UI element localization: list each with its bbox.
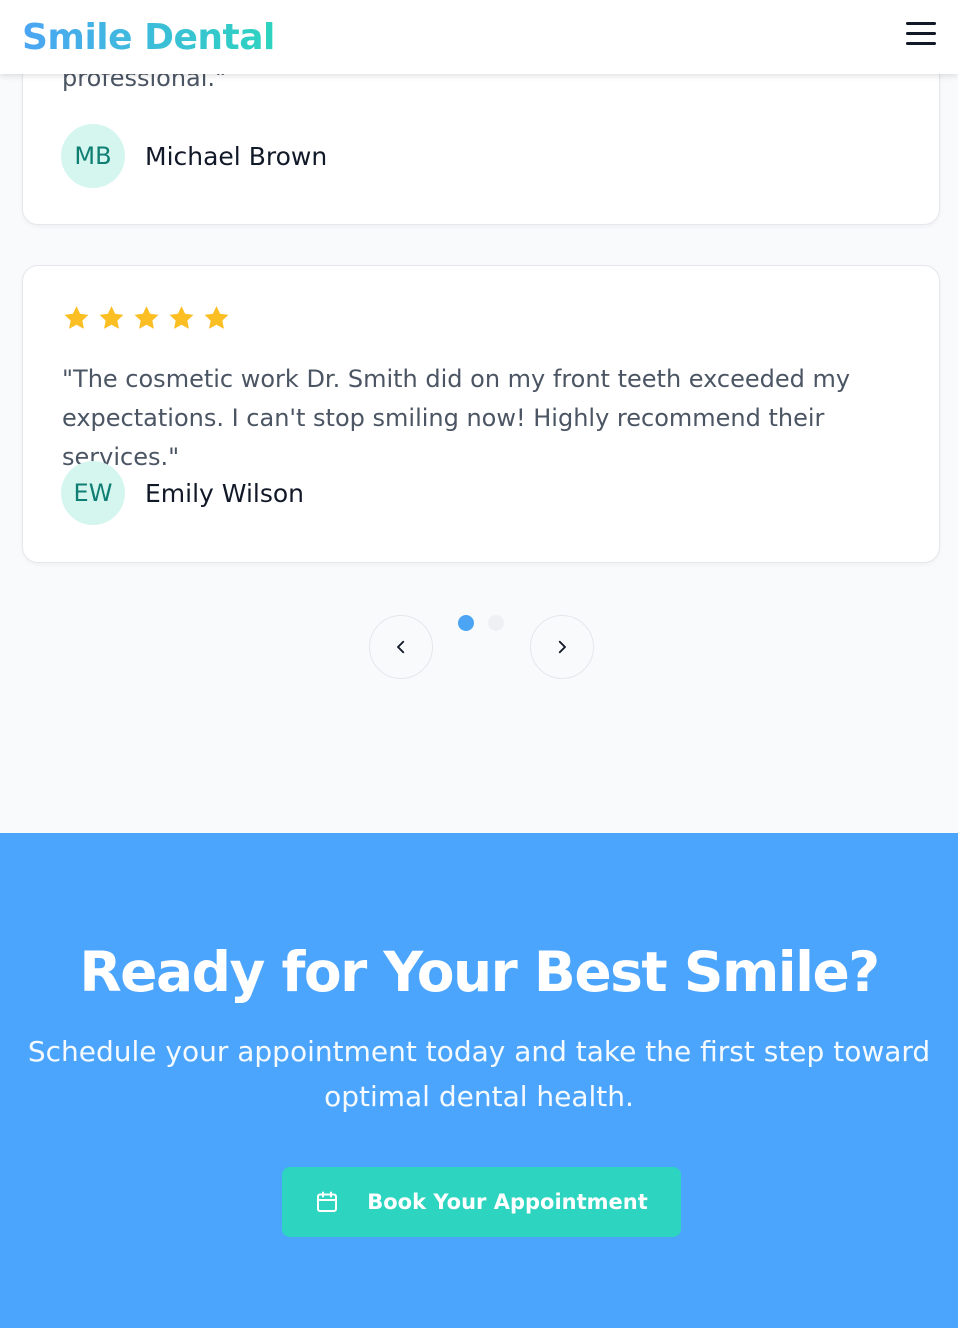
cta-title: Ready for Your Best Smile? bbox=[79, 940, 880, 1004]
carousel-dot-2[interactable] bbox=[488, 615, 504, 631]
cta-subtitle: Schedule your appointment today and take… bbox=[27, 1035, 931, 1113]
testimonial-card: "The cosmetic work Dr. Smith did on my f… bbox=[22, 265, 940, 563]
chevron-right-icon bbox=[558, 640, 566, 654]
hamburger-menu-icon[interactable] bbox=[906, 22, 938, 50]
carousel-next-button[interactable] bbox=[530, 615, 594, 679]
star-icon bbox=[64, 306, 89, 329]
star-icon bbox=[204, 306, 229, 329]
author-name: Emily Wilson bbox=[145, 478, 305, 508]
carousel-prev-button[interactable] bbox=[369, 615, 433, 679]
chevron-left-icon bbox=[397, 640, 405, 654]
site-header: Smile Dental bbox=[0, 0, 958, 74]
star-rating bbox=[62, 304, 231, 332]
avatar: EW bbox=[61, 461, 125, 525]
book-appointment-button[interactable]: Book Your Appointment bbox=[282, 1167, 681, 1237]
star-icon bbox=[99, 306, 124, 329]
testimonial-quote: "The cosmetic work Dr. Smith did on my f… bbox=[62, 365, 851, 471]
testimonial-author: EW Emily Wilson bbox=[61, 461, 304, 525]
star-icon bbox=[134, 306, 159, 329]
site-logo[interactable]: Smile Dental bbox=[22, 14, 275, 62]
star-icon bbox=[169, 306, 194, 329]
carousel-dot-1[interactable] bbox=[458, 615, 474, 631]
book-appointment-label: Book Your Appointment bbox=[367, 1190, 648, 1214]
avatar: MB bbox=[61, 124, 125, 188]
testimonial-author: MB Michael Brown bbox=[61, 124, 327, 188]
cta-section: Ready for Your Best Smile? Schedule your… bbox=[0, 833, 958, 1328]
calendar-icon bbox=[315, 1190, 339, 1214]
author-name: Michael Brown bbox=[145, 141, 328, 171]
